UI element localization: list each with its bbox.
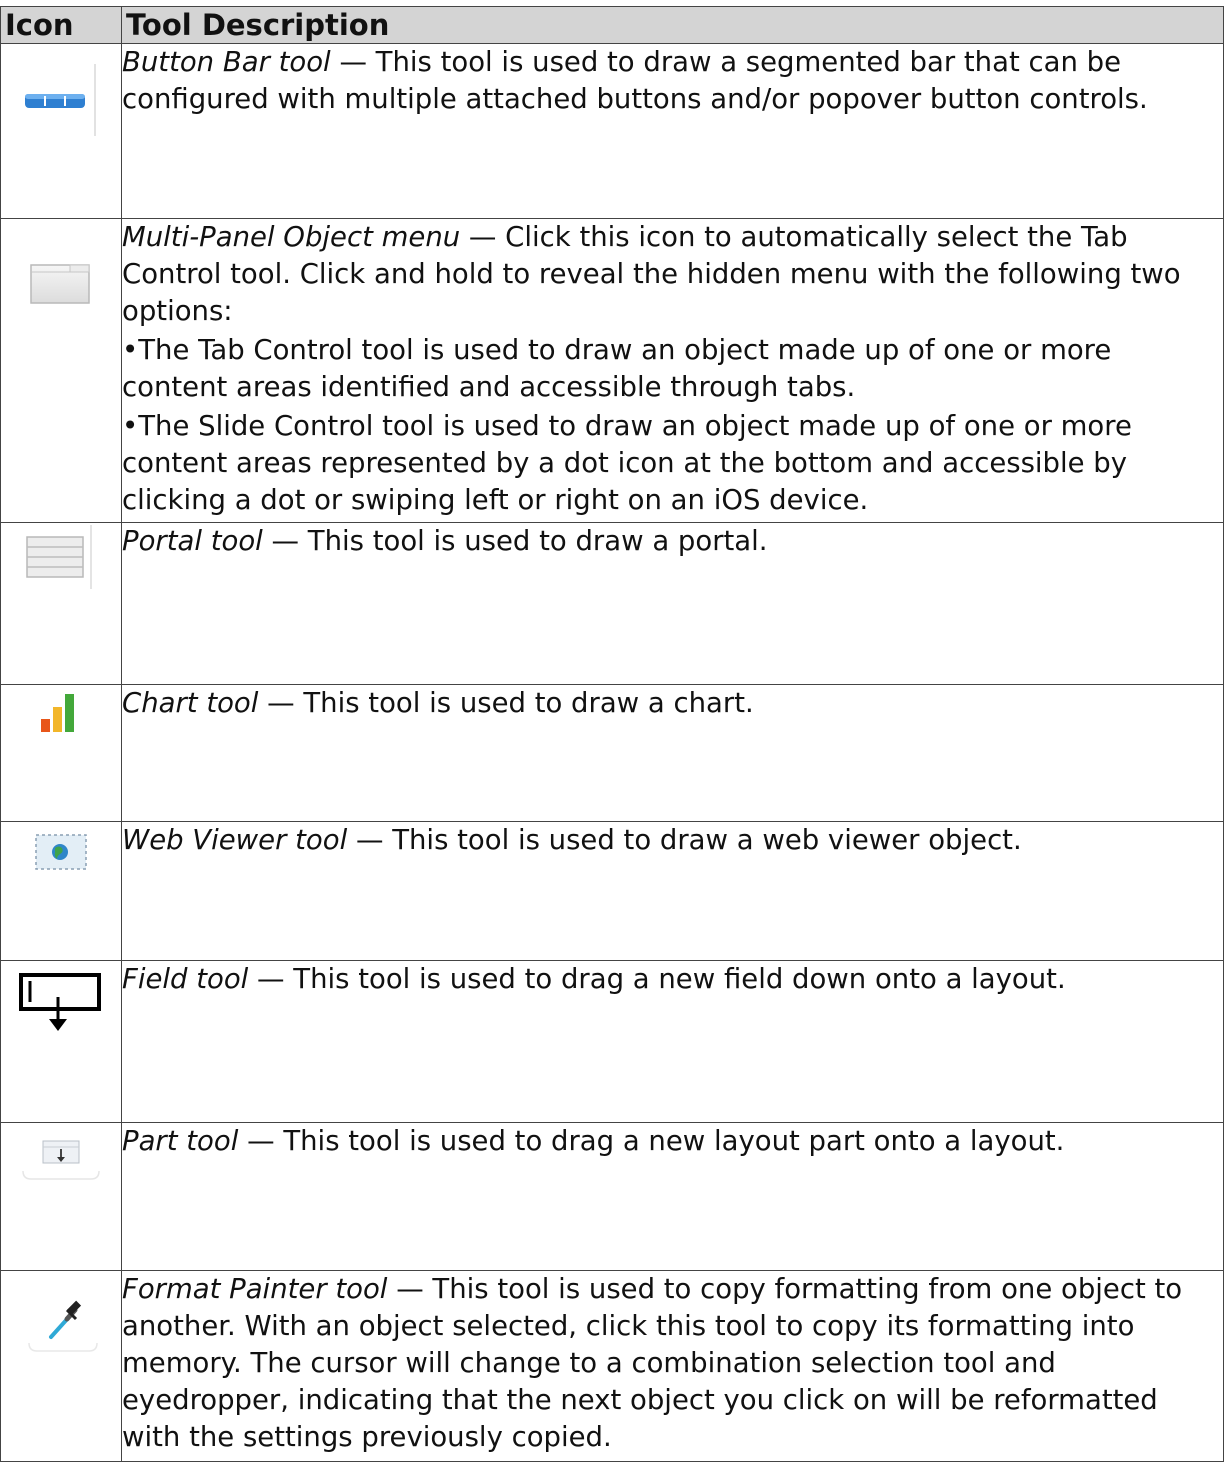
table-row: Format Painter tool — This tool is used … xyxy=(0,1270,1224,1462)
table-row: Chart tool — This tool is used to draw a… xyxy=(0,684,1224,822)
table-row: Button Bar tool — This tool is used to d… xyxy=(0,43,1224,219)
icon-cell xyxy=(0,522,122,685)
chart-icon xyxy=(31,685,91,745)
description-text: Button Bar tool — This tool is used to d… xyxy=(122,44,1223,118)
icon-cell xyxy=(0,960,122,1123)
button-bar-icon xyxy=(19,44,103,158)
description-cell: Portal tool — This tool is used to draw … xyxy=(121,522,1224,685)
web-viewer-icon xyxy=(26,822,96,886)
table-header-row: Icon Tool Description xyxy=(0,6,1224,44)
tool-description: — This tool is used to drag a new layout… xyxy=(238,1125,1065,1157)
description-cell: Chart tool — This tool is used to draw a… xyxy=(121,684,1224,822)
icon-cell xyxy=(0,684,122,822)
description-cell: Part tool — This tool is used to drag a … xyxy=(121,1122,1224,1271)
table-row: Part tool — This tool is used to drag a … xyxy=(0,1122,1224,1271)
option-text: •The Slide Control tool is used to draw … xyxy=(122,410,1132,516)
tool-name: Format Painter tool xyxy=(122,1273,388,1305)
tool-description: — This tool is used to draw a portal. xyxy=(262,525,768,557)
description-text: Web Viewer tool — This tool is used to d… xyxy=(122,822,1223,859)
description-cell: Button Bar tool — This tool is used to d… xyxy=(121,43,1224,219)
icon-cell xyxy=(0,821,122,961)
table-row: Multi-Panel Object menu — Click this ico… xyxy=(0,218,1224,523)
icon-cell xyxy=(0,218,122,523)
description-cell: Web Viewer tool — This tool is used to d… xyxy=(121,821,1224,961)
description-text: Multi-Panel Object menu — Click this ico… xyxy=(122,219,1223,330)
field-icon xyxy=(16,961,106,1045)
tool-description: — This tool is used to drag a new field … xyxy=(248,963,1066,995)
tool-table: Icon Tool Description Button Bar tool — xyxy=(0,6,1224,1462)
tool-description: — This tool is used to draw a web viewer… xyxy=(347,824,1022,856)
table-row: Field tool — This tool is used to drag a… xyxy=(0,960,1224,1123)
tool-name: Field tool xyxy=(122,963,249,995)
description-text: Field tool — This tool is used to drag a… xyxy=(122,961,1223,998)
portal-icon xyxy=(19,523,103,597)
tool-name: Button Bar tool xyxy=(122,46,331,78)
description-cell: Field tool — This tool is used to drag a… xyxy=(121,960,1224,1123)
tool-name: Web Viewer tool xyxy=(122,824,348,856)
table-row: Web Viewer tool — This tool is used to d… xyxy=(0,821,1224,961)
description-cell: Multi-Panel Object menu — Click this ico… xyxy=(121,218,1224,523)
tool-name: Multi-Panel Object menu xyxy=(122,221,461,253)
description-text: Part tool — This tool is used to drag a … xyxy=(122,1123,1223,1160)
icon-cell xyxy=(0,43,122,219)
icon-cell xyxy=(0,1270,122,1462)
eyedropper-icon xyxy=(13,1279,109,1363)
description-text: Format Painter tool — This tool is used … xyxy=(122,1271,1223,1456)
description-column-header: Tool Description xyxy=(121,6,1224,44)
description-cell: Format Painter tool — This tool is used … xyxy=(121,1270,1224,1462)
description-text: Chart tool — This tool is used to draw a… xyxy=(122,685,1223,722)
icon-cell xyxy=(0,1122,122,1271)
multi-panel-icon xyxy=(26,259,96,313)
tool-name: Part tool xyxy=(122,1125,239,1157)
option-text: •The Tab Control tool is used to draw an… xyxy=(122,334,1112,403)
description-text: Portal tool — This tool is used to draw … xyxy=(122,523,1223,560)
part-icon xyxy=(13,1123,109,1201)
tool-name: Portal tool xyxy=(122,525,263,557)
icon-column-header: Icon xyxy=(0,6,122,44)
table-row: Portal tool — This tool is used to draw … xyxy=(0,522,1224,685)
tool-description: — This tool is used to draw a chart. xyxy=(258,687,754,719)
tool-name: Chart tool xyxy=(122,687,259,719)
